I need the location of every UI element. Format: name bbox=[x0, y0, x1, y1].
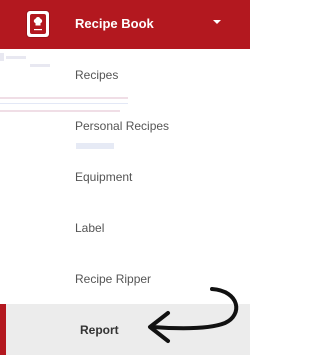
background-artifact bbox=[0, 97, 128, 99]
app-header: Recipe Book bbox=[0, 0, 250, 49]
background-artifact bbox=[0, 103, 128, 104]
background-artifact bbox=[0, 110, 120, 112]
menu-item-recipe-ripper[interactable]: Recipe Ripper bbox=[75, 272, 151, 286]
menu-item-equipment[interactable]: Equipment bbox=[75, 170, 132, 184]
menu-item-report[interactable]: Report bbox=[80, 323, 119, 337]
navigation-panel: Recipe Book Recipes Personal Recipes Equ… bbox=[0, 0, 250, 355]
app-title[interactable]: Recipe Book bbox=[75, 16, 154, 32]
menu-item-label[interactable]: Label bbox=[75, 221, 104, 235]
menu-item-recipes[interactable]: Recipes bbox=[75, 68, 118, 82]
hand-drawn-arrow-icon bbox=[148, 287, 239, 343]
chef-hat-book-icon bbox=[27, 11, 49, 37]
background-artifact bbox=[30, 64, 50, 67]
caret-down-icon[interactable] bbox=[213, 20, 221, 24]
menu-item-personal-recipes[interactable]: Personal Recipes bbox=[75, 119, 169, 133]
background-artifact bbox=[6, 56, 26, 59]
active-indicator bbox=[0, 304, 6, 355]
background-artifact bbox=[0, 53, 4, 61]
background-artifact bbox=[76, 143, 114, 149]
